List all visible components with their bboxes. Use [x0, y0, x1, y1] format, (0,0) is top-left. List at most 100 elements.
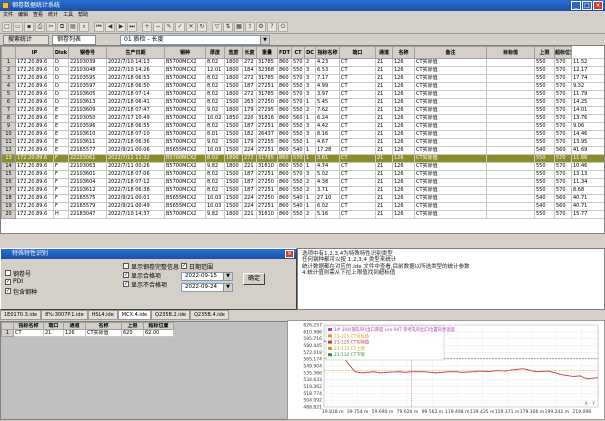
table-cell[interactable]: 570 [555, 163, 572, 171]
table-cell[interactable]: CT [340, 75, 376, 83]
table-cell[interactable] [487, 83, 535, 91]
table-cell[interactable]: 2 [305, 187, 316, 195]
table-cell[interactable]: 3.97 [316, 91, 340, 99]
menu-file[interactable]: 文件 [3, 11, 13, 20]
table-cell[interactable]: 26437 [257, 131, 278, 139]
table-cell[interactable]: 187 [243, 171, 257, 179]
table-cell[interactable] [487, 131, 535, 139]
file-tab[interactable]: 1E0170.3.ide [0, 310, 41, 320]
table-cell[interactable]: 1500 [225, 195, 243, 203]
result-column-header[interactable] [2, 323, 14, 330]
table-cell[interactable]: 21 [376, 211, 393, 219]
contains-steel-checkbox[interactable]: ✓ [5, 288, 11, 294]
table-cell[interactable]: 570 [555, 155, 572, 163]
menu-stats[interactable]: 统计 [48, 11, 58, 20]
table-cell[interactable]: 560 [292, 115, 305, 123]
maximize-button[interactable]: □ [582, 1, 592, 10]
table-cell[interactable]: 272 [243, 91, 257, 99]
table-cell[interactable]: 1 [305, 195, 316, 203]
menu-tools[interactable]: 工具 [63, 11, 73, 20]
table-cell[interactable]: 860 [278, 211, 292, 219]
table-cell[interactable] [487, 203, 535, 211]
table-cell[interactable]: 22103050 [69, 115, 107, 123]
table-cell[interactable]: 540 [535, 147, 555, 155]
new-icon[interactable]: □ [2, 22, 12, 32]
edit-icon[interactable]: ✎ [164, 22, 174, 32]
row-number[interactable]: 11 [2, 139, 16, 147]
table-cell[interactable]: 540 [292, 195, 305, 203]
table-cell[interactable]: 570 [555, 99, 572, 107]
table-cell[interactable]: 27251 [257, 171, 278, 179]
table-row[interactable]: 18172.20.89.6F221655752022/9/21 00:01B56… [2, 195, 605, 203]
table-cell[interactable]: 21 [376, 107, 393, 115]
table-cell[interactable]: B5700MCX2 [165, 75, 206, 83]
table-cell[interactable]: 172.20.89.6 [16, 115, 54, 123]
row-number[interactable]: 8 [2, 115, 16, 123]
show-full-checkbox[interactable] [123, 263, 129, 269]
table-cell[interactable]: 860 [278, 83, 292, 91]
table-cell[interactable]: 187 [243, 187, 257, 195]
table-cell[interactable]: 126 [393, 67, 415, 75]
menu-help[interactable]: 帮助 [78, 11, 88, 20]
table-cell[interactable]: 21 [376, 179, 393, 187]
table-cell[interactable]: B5700MCX2 [165, 131, 206, 139]
column-header[interactable]: Disk [54, 47, 69, 59]
table-cell[interactable]: 31785 [257, 59, 278, 67]
file-tab[interactable]: 8%:3007P.1.ide [41, 310, 88, 320]
table-cell[interactable]: B5700MCX2 [165, 171, 206, 179]
column-header[interactable]: IP [16, 47, 54, 59]
table-cell[interactable]: 22103597 [69, 83, 107, 91]
table-cell[interactable]: 2022/7/18 06:55 [107, 123, 165, 131]
table-cell[interactable]: 10.02 [206, 115, 225, 123]
table-cell[interactable]: 570 [555, 187, 572, 195]
column-header[interactable]: CT [292, 47, 305, 59]
delete-icon[interactable]: − [153, 22, 163, 32]
table-cell[interactable]: CT实际值 [415, 155, 487, 163]
table-cell[interactable]: B5655MCX2 [165, 203, 206, 211]
table-row[interactable]: 1172.20.89.6D221030392022/7/10 14:13B570… [2, 59, 605, 67]
table-cell[interactable]: 126 [393, 211, 415, 219]
table-cell[interactable]: 1850 [225, 115, 243, 123]
table-cell[interactable]: 8.68 [572, 187, 605, 195]
table-cell[interactable]: 550 [535, 211, 555, 219]
table-cell[interactable]: 22103601 [69, 171, 107, 179]
table-cell[interactable]: 550 [535, 83, 555, 91]
close-button[interactable]: × [593, 1, 603, 10]
open-icon[interactable]: ▭ [13, 22, 23, 32]
table-cell[interactable]: 2022/7/10 14:37 [107, 211, 165, 219]
table-cell[interactable]: 21 [376, 91, 393, 99]
table-cell[interactable]: 1800 [225, 107, 243, 115]
row-number[interactable]: 19 [2, 203, 16, 211]
column-header[interactable]: 名称 [393, 47, 415, 59]
table-cell[interactable]: 2022/9/21 00:49 [107, 203, 165, 211]
table-cell[interactable]: 1800 [225, 211, 243, 219]
table-cell[interactable] [487, 171, 535, 179]
table-row[interactable]: 16172.20.89.6F221036042022/7/18 07:12B57… [2, 179, 605, 187]
table-cell[interactable]: 172.20.89.6 [16, 131, 54, 139]
table-cell[interactable]: 570 [555, 171, 572, 179]
table-cell[interactable]: 540 [535, 203, 555, 211]
row-number[interactable]: 15 [2, 171, 16, 179]
table-cell[interactable]: CT实际值 [415, 187, 487, 195]
row-number[interactable]: 6 [2, 99, 16, 107]
table-cell[interactable]: E [54, 123, 69, 131]
table-cell[interactable]: CT实际值 [415, 115, 487, 123]
table-cell[interactable]: 22165577 [69, 147, 107, 155]
table-cell[interactable]: 220 [243, 115, 257, 123]
table-row[interactable]: 11172.20.89.6E221036112022/7/18 06:36B57… [2, 139, 605, 147]
result-row[interactable]: 1CT21126CT实际值62062.00 [2, 330, 174, 337]
table-cell[interactable]: 570 [555, 131, 572, 139]
table-cell[interactable]: 272 [243, 155, 257, 163]
table-cell[interactable]: 11.66 [572, 155, 605, 163]
table-cell[interactable]: F [54, 171, 69, 179]
table-cell[interactable]: 570 [555, 179, 572, 187]
column-header[interactable]: 厚度 [206, 47, 225, 59]
post-icon[interactable]: ✓ [175, 22, 185, 32]
table-cell[interactable]: 1500 [225, 123, 243, 131]
table-cell[interactable]: 8.02 [206, 179, 225, 187]
result-cell[interactable]: 126 [64, 330, 86, 337]
minimize-button[interactable]: _ [571, 1, 581, 10]
table-cell[interactable]: 860 [278, 67, 292, 75]
table-cell[interactable]: 2022/7/17 10:49 [107, 115, 165, 123]
table-cell[interactable]: 2022/7/18 06:53 [107, 75, 165, 83]
